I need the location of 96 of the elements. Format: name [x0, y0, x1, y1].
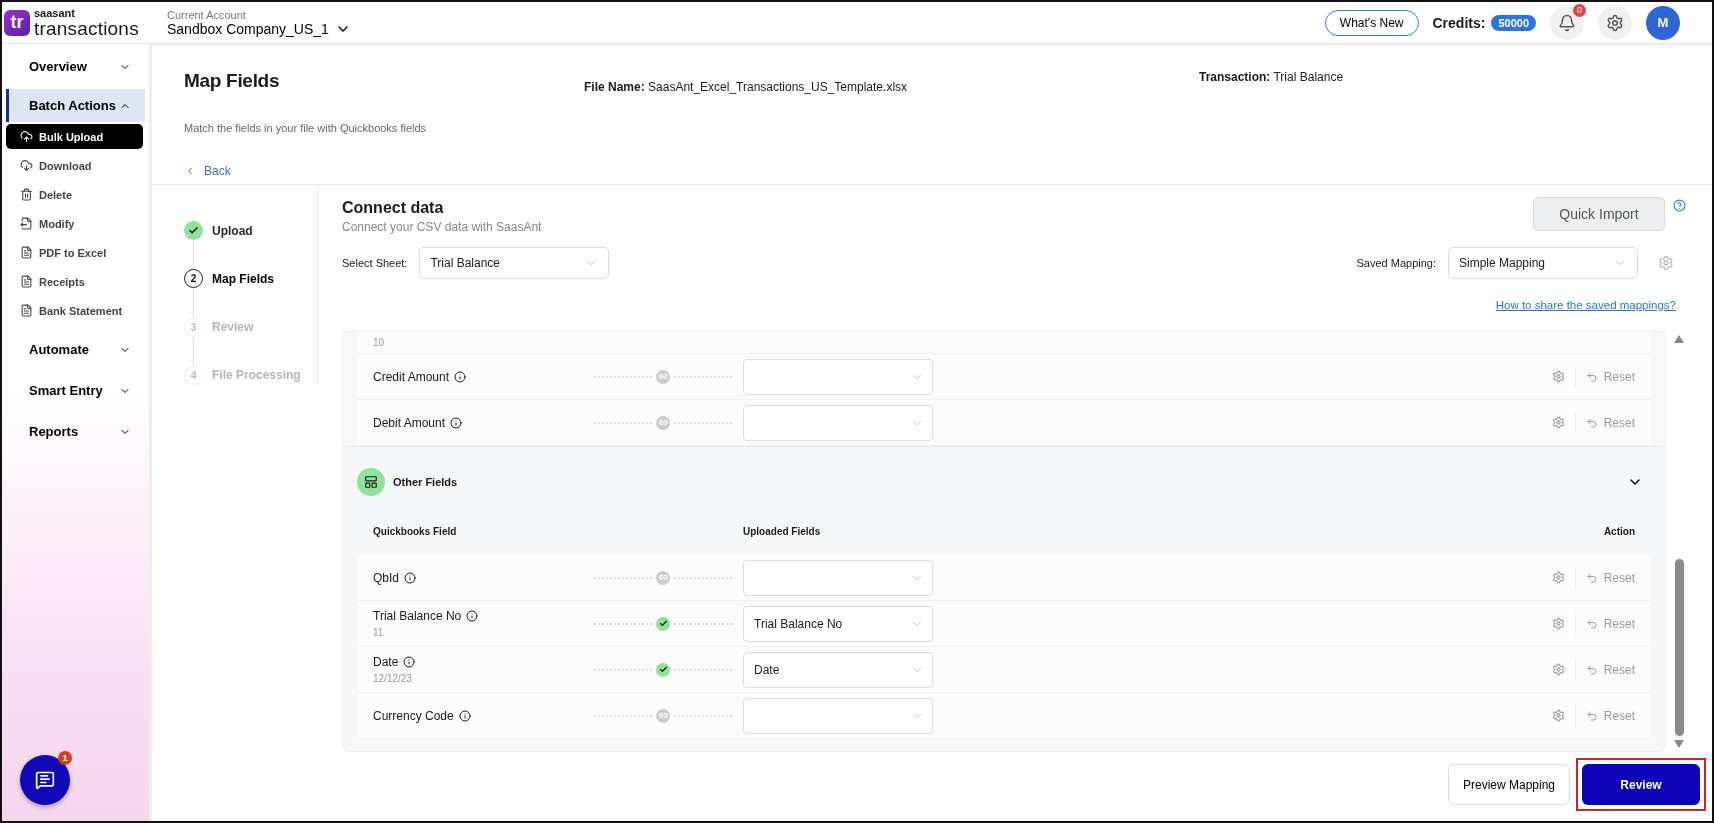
field-name: QbId — [373, 570, 583, 585]
help-link[interactable]: How to share the saved mappings? — [1495, 299, 1676, 311]
credits-count: 50000 — [1491, 14, 1536, 31]
step-label: Upload — [212, 223, 253, 238]
trash-icon — [20, 188, 33, 201]
settings-button[interactable] — [1598, 5, 1632, 40]
preview-mapping-button[interactable]: Preview Mapping — [1447, 764, 1570, 805]
field-name: Debit Amount — [373, 415, 583, 430]
review-button[interactable]: Review — [1582, 764, 1700, 805]
credits-label: Credits: — [1432, 14, 1486, 31]
field-name: Trial Balance No — [373, 609, 583, 623]
section-heading: Other Fields — [393, 476, 458, 488]
account-switcher[interactable]: Sandbox Company_US_1 — [167, 20, 351, 37]
info-icon[interactable] — [450, 416, 463, 429]
settings-icon — [1606, 13, 1624, 32]
settings-icon[interactable] — [1551, 663, 1565, 676]
uploaded-field-select[interactable] — [743, 559, 933, 596]
settings-icon[interactable] — [1551, 617, 1565, 630]
field-name: Credit Amount — [373, 369, 583, 384]
step-label: Review — [212, 320, 254, 335]
uploaded-field-select[interactable] — [743, 358, 933, 395]
quick-import-button[interactable]: Quick Import — [1533, 197, 1665, 231]
sidebar-item[interactable]: Delete — [6, 182, 143, 207]
chat-badge: 1 — [58, 751, 72, 765]
cloud-upload-icon — [20, 130, 33, 143]
info-icon[interactable] — [454, 370, 467, 383]
info-icon[interactable] — [458, 709, 471, 722]
cloud-download-icon — [20, 159, 33, 172]
sidebar-group[interactable]: Reports — [6, 415, 145, 448]
settings-icon[interactable] — [1551, 571, 1565, 584]
uploaded-field-select[interactable] — [743, 404, 933, 441]
chat-icon — [35, 770, 55, 790]
transaction-type: Transaction: Trial Balance — [1199, 70, 1345, 86]
document-icon — [20, 275, 33, 288]
bell-icon — [1558, 13, 1576, 32]
step-number: 2 — [184, 269, 203, 289]
settings-icon[interactable] — [1658, 255, 1674, 271]
sample-value: 11 — [373, 627, 385, 638]
uploaded-field-select[interactable]: Trial Balance No — [743, 605, 933, 642]
undo-arrow-icon — [1585, 709, 1598, 722]
sidebar-group[interactable]: Automate — [6, 333, 145, 366]
undo-arrow-icon — [1585, 571, 1598, 584]
logo-mark: tr — [4, 9, 30, 36]
whats-new-button[interactable]: What's New — [1324, 9, 1419, 36]
sidebar-item[interactable]: PDF to Excel — [6, 240, 143, 265]
file-arrow-icon — [20, 217, 33, 230]
document-icon — [20, 304, 33, 317]
sheet-select[interactable]: Trial Balance — [419, 247, 610, 279]
section-title: Connect data — [342, 199, 445, 217]
sample-value: 10 — [373, 337, 386, 348]
sidebar-group[interactable]: Overview — [6, 50, 145, 83]
document-icon — [20, 246, 33, 259]
user-avatar[interactable]: M — [1646, 5, 1680, 40]
sidebar-group[interactable]: Batch Actions — [6, 89, 145, 122]
sample-value: 12/12/23 — [373, 673, 413, 684]
saved-mapping-select[interactable]: Simple Mapping — [1448, 247, 1638, 279]
column-header: Uploaded Fields — [743, 525, 822, 537]
back-link[interactable]: Back — [184, 158, 231, 184]
uploaded-field-select[interactable] — [743, 697, 933, 734]
brand-name: transactions — [34, 18, 139, 38]
settings-icon[interactable] — [1551, 416, 1565, 429]
help-icon[interactable] — [1673, 199, 1686, 212]
settings-icon[interactable] — [1551, 370, 1565, 383]
file-name: File Name: SaasAnt_Excel_Transactions_US_Template.xlsx — [584, 79, 909, 96]
field-name: Currency Code — [373, 708, 583, 723]
column-header: Quickbooks Field — [373, 525, 458, 537]
sidebar-group[interactable]: Smart Entry — [6, 374, 145, 407]
undo-arrow-icon — [1585, 663, 1598, 676]
step-number: 3 — [184, 317, 203, 337]
uploaded-field-select[interactable]: Date — [743, 651, 933, 688]
saved-mapping-label: Saved Mapping: — [1356, 257, 1436, 269]
sidebar-item[interactable]: Download — [6, 153, 143, 178]
info-icon[interactable] — [466, 610, 479, 622]
sidebar-item[interactable]: Receipts — [6, 269, 143, 294]
step-label: Map Fields — [212, 271, 274, 286]
sidebar-item[interactable]: Modify — [6, 211, 143, 236]
field-name: Date — [373, 655, 583, 669]
brand-tagline: saasant — [34, 7, 76, 19]
undo-arrow-icon — [1585, 416, 1598, 429]
sidebar-item[interactable]: Bulk Upload — [6, 124, 143, 149]
section-subtitle: Connect your CSV data with SaasAnt — [342, 220, 542, 234]
undo-arrow-icon — [1585, 370, 1598, 383]
page-title: Map Fields — [184, 70, 281, 93]
step-label: File Processing — [212, 368, 301, 383]
sidebar-item[interactable]: Bank Statement — [6, 298, 143, 323]
settings-icon[interactable] — [1551, 709, 1565, 722]
info-icon[interactable] — [404, 571, 416, 584]
notifications-button[interactable]: 0 — [1550, 5, 1584, 40]
account-label: Current Account — [167, 8, 247, 21]
select-sheet-label: Select Sheet: — [342, 257, 408, 269]
notification-count: 0 — [1573, 3, 1586, 17]
undo-arrow-icon — [1585, 617, 1598, 630]
column-header: Action — [1603, 525, 1635, 537]
page-subtitle: Match the fields in your file with Quickbooks fields — [184, 122, 428, 136]
info-icon[interactable] — [403, 656, 416, 668]
step-number: 4 — [184, 366, 203, 385]
